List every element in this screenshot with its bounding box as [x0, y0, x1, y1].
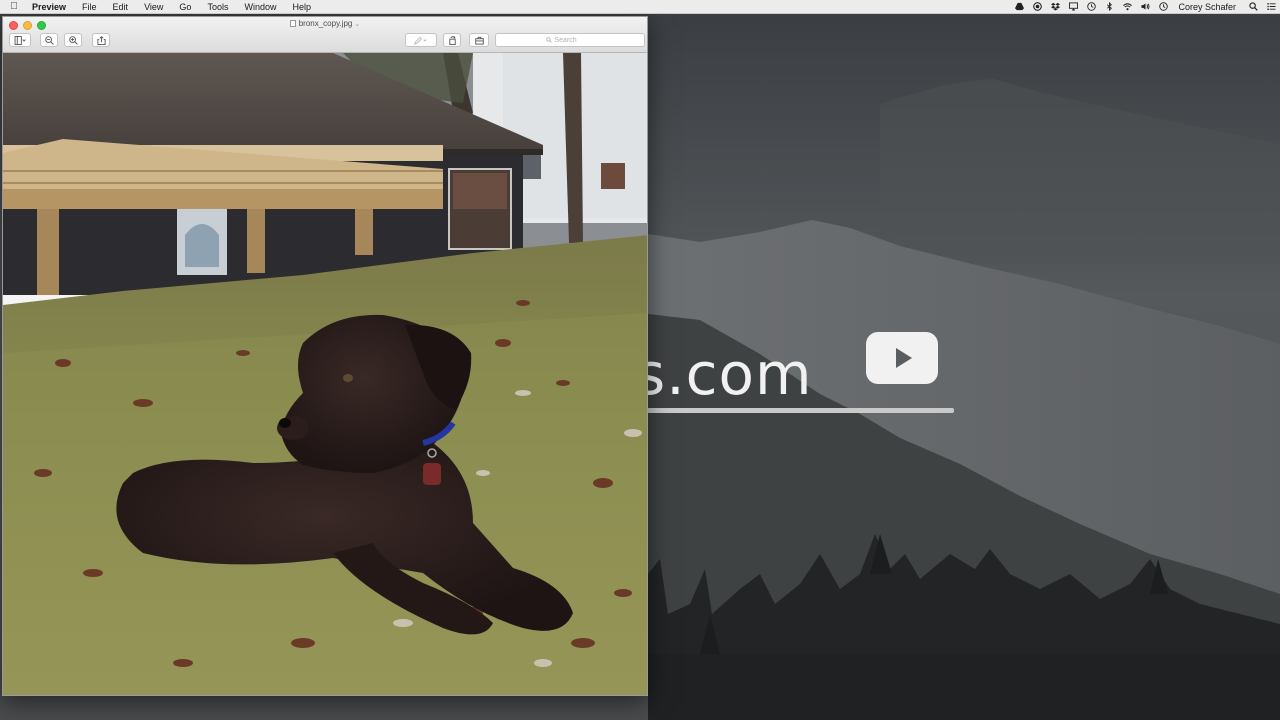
- toolbox-icon: [474, 36, 484, 45]
- play-button-icon: [866, 332, 938, 384]
- jpeg-file-icon: [289, 20, 296, 27]
- zoom-out-icon: [44, 35, 54, 45]
- menu-tools[interactable]: Tools: [199, 0, 236, 14]
- sidebar-toggle-icon: [14, 35, 26, 45]
- wifi-icon[interactable]: [1118, 0, 1136, 14]
- markup-pen-button[interactable]: [405, 33, 437, 47]
- volume-icon[interactable]: [1136, 0, 1154, 14]
- menu-view[interactable]: View: [136, 0, 171, 14]
- menu-help[interactable]: Help: [284, 0, 319, 14]
- user-name[interactable]: Corey Schafer: [1172, 2, 1244, 12]
- google-drive-icon[interactable]: [1010, 0, 1028, 14]
- zoom-in-icon: [68, 35, 78, 45]
- airplay-display-icon[interactable]: [1064, 0, 1082, 14]
- menu-window[interactable]: Window: [236, 0, 284, 14]
- menu-go[interactable]: Go: [171, 0, 199, 14]
- apple-menu-icon[interactable]: : [0, 1, 28, 12]
- search-icon: [545, 37, 552, 43]
- sidebar-toggle-button[interactable]: [9, 33, 31, 47]
- search-field[interactable]: [495, 33, 645, 47]
- status-area: Corey Schafer: [1010, 0, 1280, 14]
- share-icon: [96, 35, 106, 45]
- window-titlebar[interactable]: bronx_copy.jpg ⌄: [3, 17, 647, 53]
- preview-window: bronx_copy.jpg ⌄: [2, 16, 648, 696]
- menu-bar:  Preview File Edit View Go Tools Window…: [0, 0, 1280, 14]
- document-title[interactable]: bronx_copy.jpg ⌄: [3, 19, 647, 28]
- clock-icon[interactable]: [1154, 0, 1172, 14]
- zoom-in-button[interactable]: [64, 33, 82, 47]
- dropbox-icon[interactable]: [1046, 0, 1064, 14]
- record-icon[interactable]: [1028, 0, 1046, 14]
- time-machine-icon[interactable]: [1082, 0, 1100, 14]
- chevron-down-icon: ⌄: [354, 21, 361, 28]
- spotlight-search-icon[interactable]: [1244, 0, 1262, 14]
- share-button[interactable]: [92, 33, 110, 47]
- puppy-on-lawn-photo: [3, 53, 647, 695]
- logo-underline: [646, 408, 954, 413]
- bluetooth-icon[interactable]: [1100, 0, 1118, 14]
- document-title-text: bronx_copy.jpg: [298, 19, 353, 28]
- rotate-icon: [448, 35, 456, 45]
- menu-edit[interactable]: Edit: [105, 0, 137, 14]
- markup-pen-icon: [413, 36, 427, 45]
- wallpaper-logo-text: s.com: [635, 340, 813, 408]
- image-canvas[interactable]: [3, 53, 647, 695]
- notification-center-icon[interactable]: [1262, 0, 1280, 14]
- rotate-button[interactable]: [443, 33, 461, 47]
- toolbox-button[interactable]: [469, 33, 489, 47]
- search-input[interactable]: [554, 36, 595, 44]
- menu-file[interactable]: File: [74, 0, 105, 14]
- menu-app-name[interactable]: Preview: [28, 0, 74, 14]
- zoom-out-button[interactable]: [40, 33, 58, 47]
